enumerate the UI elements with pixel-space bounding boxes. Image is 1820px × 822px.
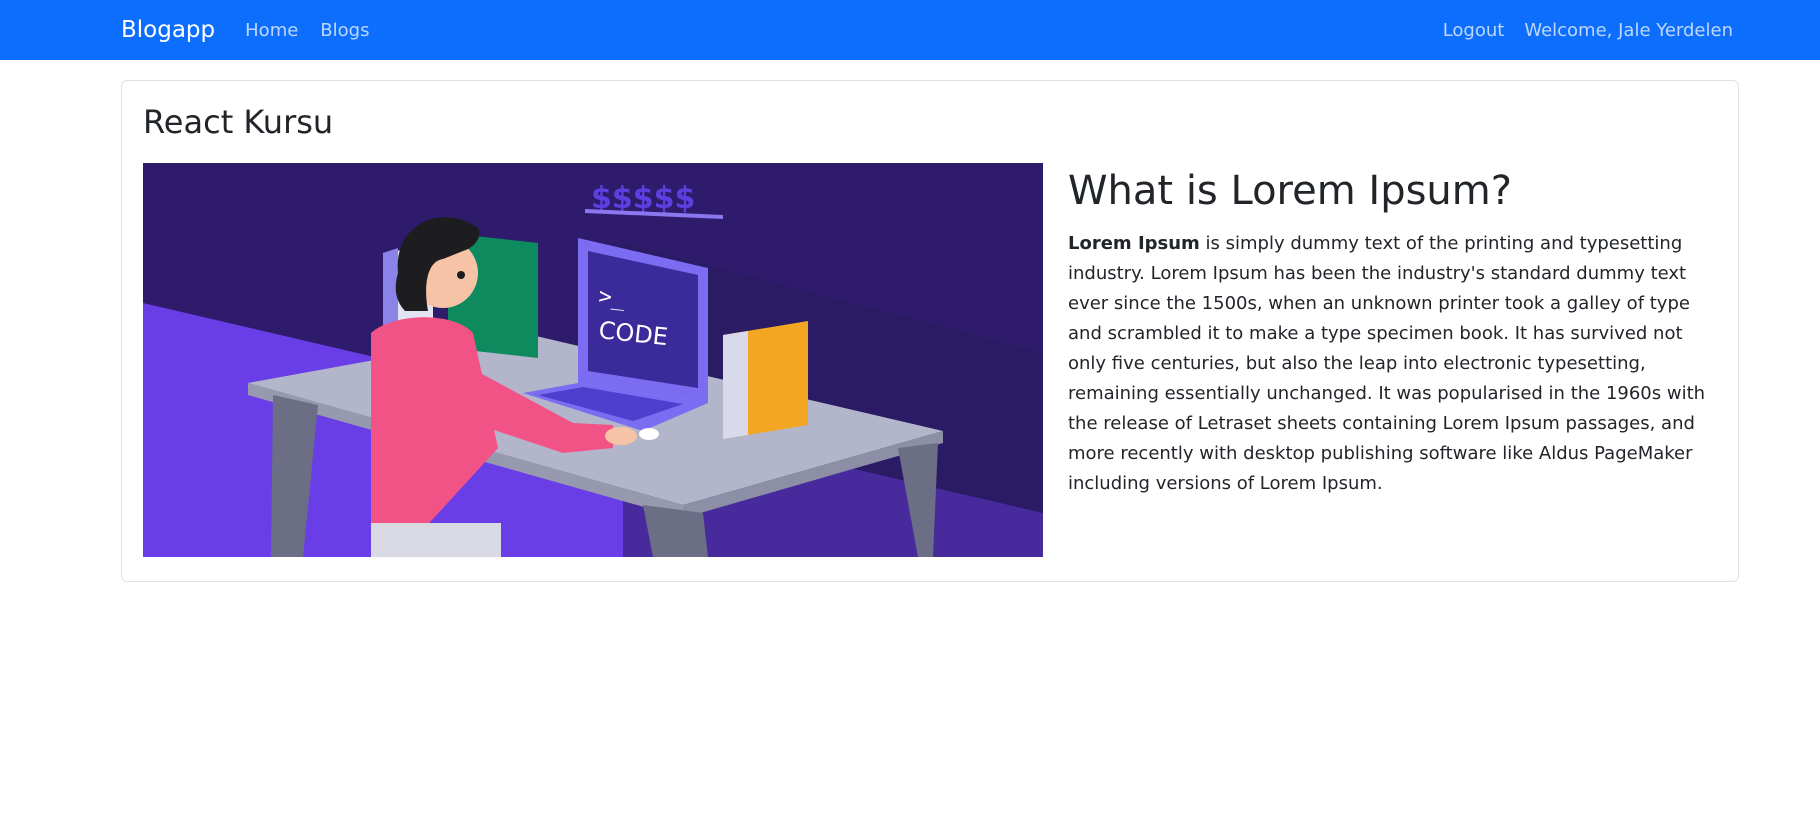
post-illustration: $$$$$ >_ CODE — [143, 163, 1043, 557]
brand-link[interactable]: Blogapp — [121, 17, 215, 43]
nav-right: Logout Welcome, Jale Yerdelen — [1443, 20, 1733, 41]
article-body: Lorem Ipsum is simply dummy text of the … — [1068, 229, 1718, 499]
navbar: Blogapp Home Blogs Logout Welcome, Jale … — [0, 0, 1820, 60]
article-heading: What is Lorem Ipsum? — [1068, 168, 1512, 214]
article-bold-lead: Lorem Ipsum — [1068, 233, 1200, 254]
navbar-inner: Blogapp Home Blogs Logout Welcome, Jale … — [121, 0, 1733, 60]
article-text: is simply dummy text of the printing and… — [1068, 233, 1706, 494]
welcome-user-link[interactable]: Welcome, Jale Yerdelen — [1524, 20, 1733, 41]
screen-prompt: >_ — [597, 284, 627, 312]
nav-blogs-link[interactable]: Blogs — [320, 20, 369, 41]
article-column: What is Lorem Ipsum? Lorem Ipsum is simp… — [1068, 167, 1718, 499]
post-title: React Kursu — [143, 103, 334, 141]
nav-links: Home Blogs — [245, 20, 369, 41]
logout-link[interactable]: Logout — [1443, 20, 1505, 41]
coding-illustration: $$$$$ >_ CODE — [143, 163, 1043, 557]
post-card: React Kursu $$$$$ >_ CODE What is Lorem … — [121, 80, 1739, 582]
nav-home-link[interactable]: Home — [245, 20, 298, 41]
